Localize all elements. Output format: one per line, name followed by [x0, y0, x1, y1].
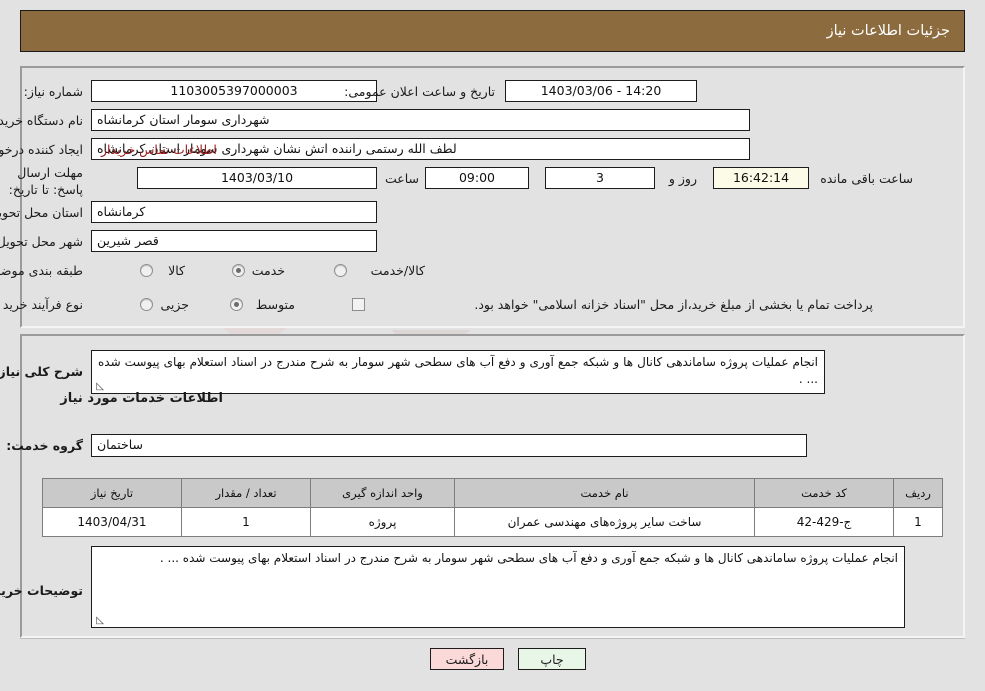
need-summary-label: شرح کلی نیاز:: [0, 364, 83, 379]
th-quantity: تعداد / مقدار: [181, 478, 311, 508]
remaining-time-label: ساعت باقی مانده: [820, 171, 913, 186]
subject-category-label: طبقه بندی موضوعی:: [0, 263, 83, 278]
service-group-label: گروه خدمت:: [6, 438, 83, 453]
buyer-contact-link[interactable]: اطلاعات تماس خریدار: [101, 142, 217, 157]
response-deadline-label: مهلت ارسال پاسخ: تا تاریخ:: [8, 165, 83, 197]
request-creator-label: ایجاد کننده درخواست:: [0, 142, 83, 157]
remaining-days-field[interactable]: 3: [545, 167, 655, 189]
table-header-row: ردیف کد خدمت نام خدمت واحد اندازه گیری ت…: [42, 478, 943, 508]
delivery-province-field[interactable]: کرمانشاه: [91, 201, 377, 223]
buyer-notes-text: انجام عملیات پروژه ساماندهی کانال ها و ش…: [159, 551, 898, 565]
services-section-heading: اطلاعات خدمات مورد نیاز: [60, 391, 223, 406]
announcement-datetime-field[interactable]: 14:20 - 1403/03/06: [505, 80, 697, 102]
delivery-city-label: شهر محل تحویل:: [0, 234, 83, 249]
need-info-panel: [20, 66, 965, 328]
treasury-bonds-checkbox[interactable]: [352, 298, 365, 311]
countdown-field: 16:42:14: [713, 167, 809, 189]
purchase-process-label: نوع فرآیند خرید :: [0, 297, 83, 312]
need-summary-textarea[interactable]: انجام عملیات پروژه ساماندهی کانال ها و ش…: [91, 350, 825, 394]
cell-quantity: 1: [181, 507, 311, 537]
th-unit: واحد اندازه گیری: [310, 478, 455, 508]
treasury-bonds-label: پرداخت تمام یا بخشی از مبلغ خرید،از محل …: [474, 297, 873, 312]
need-number-label: شماره نیاز:: [23, 84, 83, 99]
radio-category-kala-label: کالا: [168, 263, 185, 278]
radio-process-jozei-label: جزیی: [160, 297, 189, 312]
deadline-hour-label: ساعت: [384, 171, 419, 186]
need-number-field[interactable]: 1103005397000003: [91, 80, 377, 102]
page-title: جزئیات اطلاعات نیاز: [826, 23, 950, 39]
cell-row-number: 1: [893, 507, 943, 537]
cell-service-name: ساخت سایر پروژه‌های مهندسی عمران: [454, 507, 755, 537]
buyer-org-label: نام دستگاه خریدار:: [0, 113, 83, 128]
remaining-days-label: روز و: [668, 171, 697, 186]
radio-category-khedmat[interactable]: [232, 264, 245, 277]
radio-process-motevaset[interactable]: [230, 298, 243, 311]
th-service-name: نام خدمت: [454, 478, 755, 508]
services-table: ردیف کد خدمت نام خدمت واحد اندازه گیری ت…: [42, 478, 943, 537]
cell-unit: پروژه: [310, 507, 455, 537]
delivery-city-field[interactable]: قصر شیرین: [91, 230, 377, 252]
need-summary-text: انجام عملیات پروژه ساماندهی کانال ها و ش…: [98, 355, 818, 386]
cell-need-date: 1403/04/31: [42, 507, 182, 537]
resize-grip-icon-notes[interactable]: ◺: [94, 616, 104, 626]
footer-divider: [20, 638, 965, 639]
delivery-province-label: استان محل تحویل:: [0, 205, 83, 220]
radio-process-motevaset-label: متوسط: [255, 297, 295, 312]
th-service-code: کد خدمت: [754, 478, 894, 508]
th-need-date: تاریخ نیاز: [42, 478, 182, 508]
cell-service-code: ج-429-42: [754, 507, 894, 537]
buyer-org-field[interactable]: شهرداری سومار استان کرمانشاه: [91, 109, 750, 131]
service-group-field[interactable]: ساختمان: [91, 434, 807, 457]
th-row-number: ردیف: [893, 478, 943, 508]
radio-process-jozei[interactable]: [140, 298, 153, 311]
table-row: 1 ج-429-42 ساخت سایر پروژه‌های مهندسی عم…: [42, 507, 943, 537]
page-header: جزئیات اطلاعات نیاز: [20, 10, 965, 52]
radio-category-kala-khedmat-label: کالا/خدمت: [370, 263, 425, 278]
back-button[interactable]: بازگشت: [430, 648, 504, 670]
radio-category-khedmat-label: خدمت: [251, 263, 285, 278]
announcement-datetime-label: تاریخ و ساعت اعلان عمومی:: [344, 84, 495, 99]
radio-category-kala-khedmat[interactable]: [334, 264, 347, 277]
page-root: AriaTender .net جزئیات اطلاعات نیاز شمار…: [0, 0, 985, 691]
deadline-time-field[interactable]: 09:00: [425, 167, 529, 189]
buyer-notes-textarea[interactable]: انجام عملیات پروژه ساماندهی کانال ها و ش…: [91, 546, 905, 628]
radio-category-kala[interactable]: [140, 264, 153, 277]
buyer-notes-label: توضیحات خریدار:: [0, 583, 83, 598]
print-button[interactable]: چاپ: [518, 648, 586, 670]
deadline-date-field[interactable]: 1403/03/10: [137, 167, 377, 189]
